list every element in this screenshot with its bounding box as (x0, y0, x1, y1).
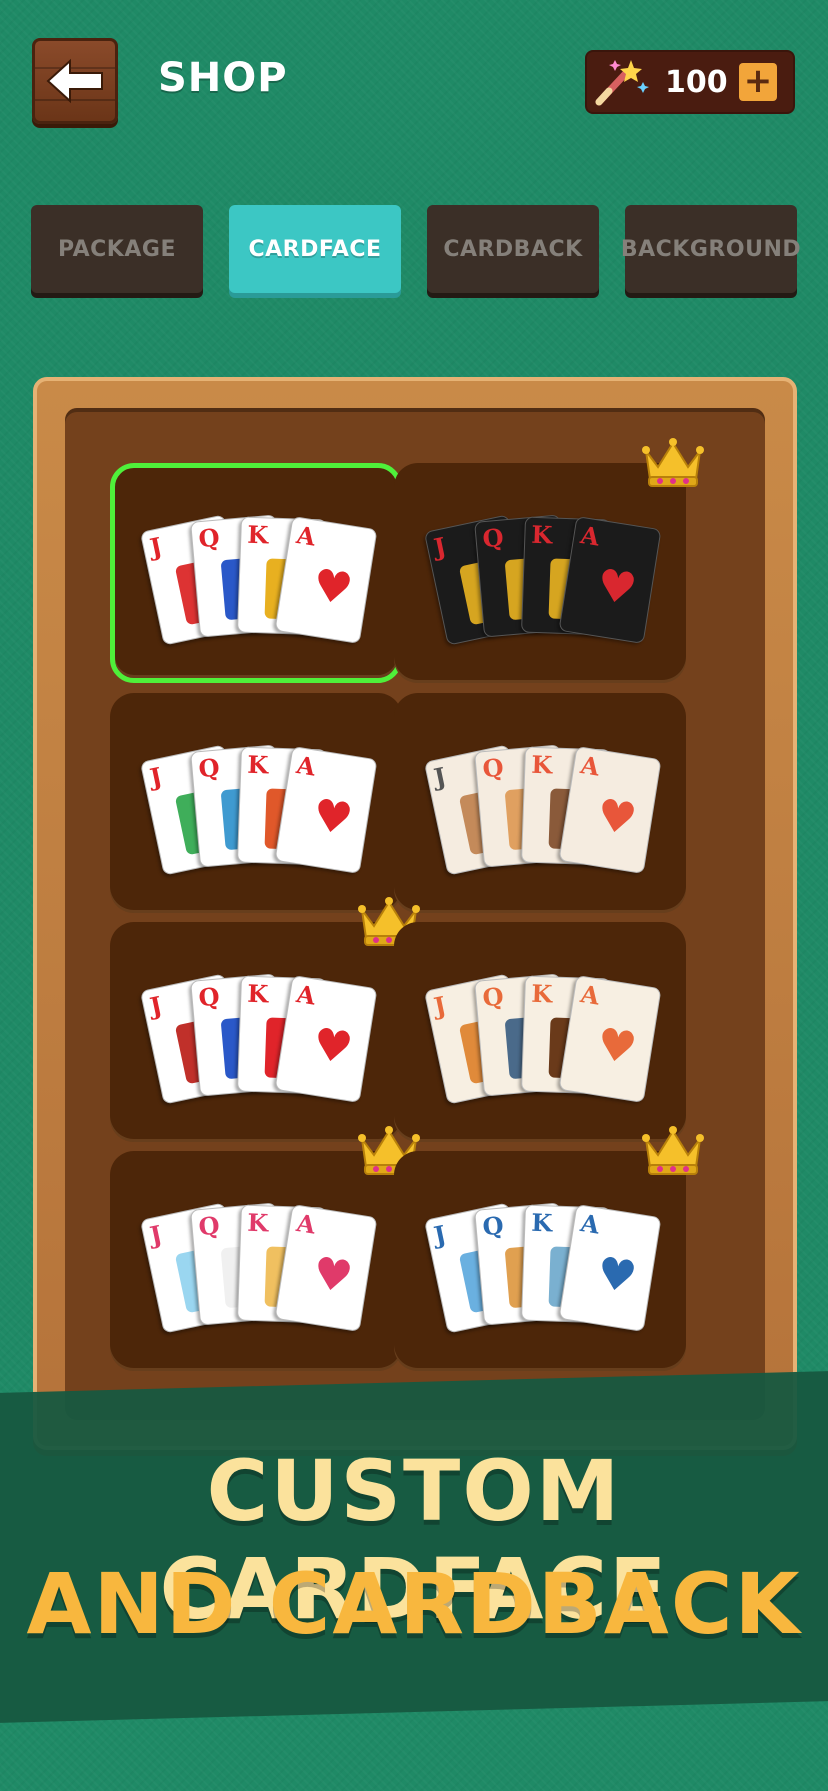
card-rank: J (147, 761, 165, 793)
heart-icon: ♥ (309, 1018, 357, 1075)
card-rank: J (147, 990, 165, 1022)
back-button[interactable] (32, 38, 118, 124)
card-rank: K (246, 519, 269, 550)
card-rank: J (147, 1219, 165, 1251)
heart-icon: ♥ (593, 789, 641, 846)
playing-card: A ♥ (558, 1203, 662, 1333)
card-rank: A (578, 1208, 602, 1240)
cardface-item[interactable]: J Q K A ♥ (110, 693, 402, 913)
card-rank: Q (197, 522, 221, 554)
page-title: SHOP (158, 55, 288, 101)
cardface-grid[interactable]: J Q K A ♥ J Q K A ♥ J Q K A ♥ J Q K A ♥ J Q K A ♥ J Q K A ♥ J Q K A ♥ J Q K A ♥ (65, 408, 765, 1420)
heart-icon: ♥ (593, 1247, 641, 1304)
card-rank: A (294, 520, 318, 552)
card-rank: Q (197, 1210, 221, 1242)
heart-icon: ♥ (593, 1018, 641, 1075)
playing-card: A ♥ (274, 515, 378, 645)
card-rank: A (578, 750, 602, 782)
cardface-item[interactable]: J Q K A ♥ (394, 463, 686, 683)
heart-icon: ♥ (593, 559, 641, 616)
magic-wand-icon (587, 52, 651, 112)
card-rank: K (246, 978, 269, 1009)
card-rank: J (147, 531, 165, 563)
playing-card: A ♥ (274, 974, 378, 1104)
cardface-item[interactable]: J Q K A ♥ (110, 463, 402, 683)
currency-value: 100 (665, 64, 728, 100)
card-rank: J (431, 531, 449, 563)
tab-cardback[interactable]: CARDBACK (427, 205, 599, 293)
card-rank: A (578, 979, 602, 1011)
playing-card: A ♥ (558, 515, 662, 645)
card-fan-preview: J Q K A ♥ (139, 1196, 378, 1334)
card-fan-preview: J Q K A ♥ (423, 967, 662, 1105)
banner-line-2: AND CARDBACK (26, 1555, 802, 1653)
tab-package[interactable]: PACKAGE (31, 205, 203, 293)
card-rank: K (530, 519, 553, 550)
crown-icon (642, 438, 704, 487)
card-rank: J (431, 990, 449, 1022)
card-rank: A (294, 1208, 318, 1240)
card-rank: A (294, 979, 318, 1011)
heart-icon: ♥ (309, 789, 357, 846)
card-fan-preview: J Q K A ♥ (423, 508, 662, 646)
add-currency-button[interactable]: + (739, 63, 777, 101)
card-rank: K (246, 749, 269, 780)
cardface-item[interactable]: J Q K A ♥ (394, 693, 686, 913)
card-fan-preview: J Q K A ♥ (423, 738, 662, 876)
card-rank: K (246, 1207, 269, 1238)
crown-icon (642, 1126, 704, 1175)
card-rank: Q (197, 752, 221, 784)
tab-background[interactable]: BACKGROUND (621, 205, 801, 293)
card-rank: Q (197, 981, 221, 1013)
card-rank: Q (481, 522, 505, 554)
currency-display: 100 + (585, 50, 795, 114)
cardface-item[interactable]: J Q K A ♥ (110, 922, 402, 1142)
card-rank: K (530, 749, 553, 780)
card-fan-preview: J Q K A ♥ (139, 967, 378, 1105)
card-fan-preview: J Q K A ♥ (139, 738, 378, 876)
arrow-left-icon (46, 58, 103, 104)
card-rank: A (578, 520, 602, 552)
tab-cardface[interactable]: CARDFACE (229, 205, 401, 293)
heart-icon: ♥ (309, 1247, 357, 1304)
cardface-panel: J Q K A ♥ J Q K A ♥ J Q K A ♥ J Q K A ♥ J Q K A ♥ J Q K A ♥ J Q K A ♥ J Q K A ♥ (33, 377, 797, 1450)
card-fan-preview: J Q K A ♥ (423, 1196, 662, 1334)
playing-card: A ♥ (558, 745, 662, 875)
cardface-item[interactable]: J Q K A ♥ (110, 1151, 402, 1371)
card-rank: K (530, 1207, 553, 1238)
card-rank: J (431, 1219, 449, 1251)
heart-icon: ♥ (309, 559, 357, 616)
card-fan-preview: J Q K A ♥ (139, 508, 378, 646)
playing-card: A ♥ (558, 974, 662, 1104)
card-rank: Q (481, 752, 505, 784)
playing-card: A ♥ (274, 1203, 378, 1333)
card-rank: A (294, 750, 318, 782)
cardface-item[interactable]: J Q K A ♥ (394, 922, 686, 1142)
card-rank: Q (481, 1210, 505, 1242)
card-rank: Q (481, 981, 505, 1013)
playing-card: A ♥ (274, 745, 378, 875)
cardface-item[interactable]: J Q K A ♥ (394, 1151, 686, 1371)
card-rank: J (431, 761, 449, 793)
plus-icon: + (743, 61, 773, 101)
card-rank: K (530, 978, 553, 1009)
